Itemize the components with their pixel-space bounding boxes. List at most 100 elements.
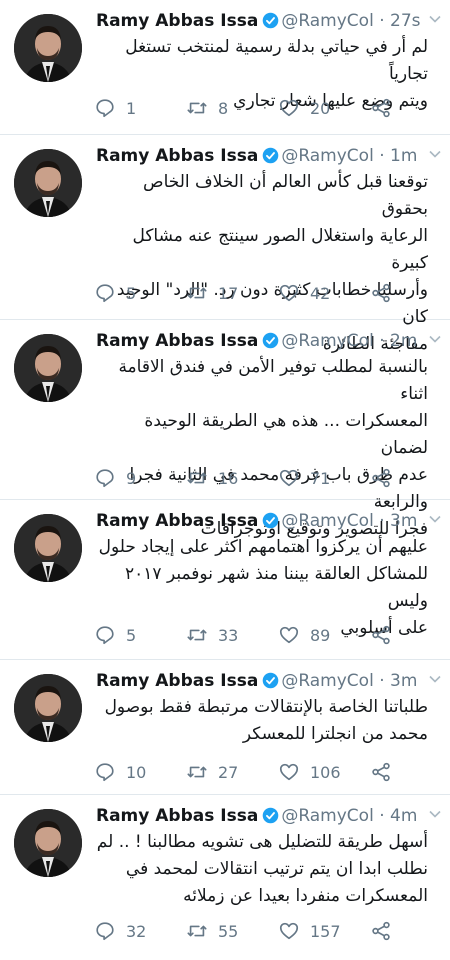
tweet[interactable]: Ramy Abbas Issa @RamyCol · 27s لم أر في ح… xyxy=(0,0,450,135)
like-count: 89 xyxy=(310,625,331,645)
reply-button[interactable]: 10 xyxy=(94,760,146,784)
chevron-down-icon[interactable] xyxy=(428,512,442,526)
avatar[interactable] xyxy=(14,149,82,217)
author-name[interactable]: Ramy Abbas Issa xyxy=(96,146,258,166)
retweet-icon xyxy=(187,629,207,641)
separator-dot: · xyxy=(379,146,385,166)
retweet-icon xyxy=(187,925,207,937)
retweet-button[interactable]: 55 xyxy=(186,919,238,943)
like-count: 42 xyxy=(310,283,331,303)
share-icon xyxy=(372,625,390,645)
like-count: 157 xyxy=(310,921,341,941)
reply-icon xyxy=(96,284,114,303)
timestamp[interactable]: 3m xyxy=(390,511,417,531)
reply-button[interactable]: 9 xyxy=(94,466,136,490)
heart-icon xyxy=(279,284,299,302)
tweet[interactable]: Ramy Abbas Issa @RamyCol · 3m عليهم أن ير… xyxy=(0,500,450,660)
share-icon xyxy=(372,98,390,118)
verified-badge-icon xyxy=(263,807,279,824)
like-count: 106 xyxy=(310,762,341,782)
share-icon xyxy=(372,283,390,303)
author-handle[interactable]: @RamyCol xyxy=(281,671,373,691)
author-name[interactable]: Ramy Abbas Issa xyxy=(96,806,258,826)
like-button[interactable]: 20 xyxy=(278,96,330,120)
reply-button[interactable]: 5 xyxy=(94,281,136,305)
tweet[interactable]: Ramy Abbas Issa @RamyCol · 3m طلباتنا الخ… xyxy=(0,660,450,795)
heart-icon xyxy=(279,469,299,487)
heart-icon xyxy=(279,626,299,644)
avatar[interactable] xyxy=(14,14,82,82)
timestamp[interactable]: 2m xyxy=(390,331,417,351)
tweet-feed: Ramy Abbas Issa @RamyCol · 27s لم أر في ح… xyxy=(0,0,450,960)
reply-count: 32 xyxy=(126,921,147,941)
heart-icon xyxy=(279,922,299,940)
like-button[interactable]: 71 xyxy=(278,466,330,490)
share-button[interactable] xyxy=(370,919,402,943)
retweet-count: 33 xyxy=(218,625,239,645)
tweet[interactable]: Ramy Abbas Issa @RamyCol · 1m توقعنا قبل … xyxy=(0,135,450,354)
retweet-count: 17 xyxy=(218,283,239,303)
retweet-button[interactable]: 27 xyxy=(186,760,238,784)
tweet-header: Ramy Abbas Issa @RamyCol · 3m xyxy=(96,670,442,692)
reply-button[interactable]: 32 xyxy=(94,919,146,943)
verified-badge-icon xyxy=(263,332,279,349)
chevron-down-icon[interactable] xyxy=(428,12,442,26)
heart-icon xyxy=(279,763,299,781)
reply-button[interactable]: 1 xyxy=(94,96,136,120)
share-button[interactable] xyxy=(370,466,402,490)
author-name[interactable]: Ramy Abbas Issa xyxy=(96,511,258,531)
like-button[interactable]: 106 xyxy=(278,760,341,784)
avatar[interactable] xyxy=(14,674,82,742)
retweet-icon xyxy=(187,287,207,299)
share-button[interactable] xyxy=(370,760,402,784)
timestamp[interactable]: 4m xyxy=(390,806,417,826)
reply-count: 1 xyxy=(126,98,137,118)
retweet-button[interactable]: 8 xyxy=(186,96,228,120)
reply-count: 10 xyxy=(126,762,147,782)
reply-count: 5 xyxy=(126,283,137,303)
reply-button[interactable]: 5 xyxy=(94,623,136,647)
tweet-actions: 5 17 42 xyxy=(94,281,410,305)
like-button[interactable]: 42 xyxy=(278,281,330,305)
author-name[interactable]: Ramy Abbas Issa xyxy=(96,331,258,351)
avatar[interactable] xyxy=(14,334,82,402)
author-handle[interactable]: @RamyCol xyxy=(281,146,373,166)
retweet-count: 8 xyxy=(218,98,229,118)
author-name[interactable]: Ramy Abbas Issa xyxy=(96,11,258,31)
share-button[interactable] xyxy=(370,623,402,647)
avatar[interactable] xyxy=(14,809,82,877)
timestamp[interactable]: 3m xyxy=(390,671,417,691)
tweet-text: طلباتنا الخاصة بالإنتقالات مرتبطة فقط بو… xyxy=(104,697,428,744)
chevron-down-icon[interactable] xyxy=(428,672,442,686)
timestamp[interactable]: 27s xyxy=(390,11,421,31)
chevron-down-icon[interactable] xyxy=(428,147,442,161)
timestamp[interactable]: 1m xyxy=(390,146,417,166)
chevron-down-icon[interactable] xyxy=(428,807,442,821)
reply-icon xyxy=(96,763,114,782)
tweet[interactable]: Ramy Abbas Issa @RamyCol · 4m أسهل طريقة … xyxy=(0,795,450,960)
avatar[interactable] xyxy=(14,514,82,582)
verified-badge-icon xyxy=(263,512,279,529)
author-name[interactable]: Ramy Abbas Issa xyxy=(96,671,258,691)
retweet-count: 27 xyxy=(218,762,239,782)
chevron-down-icon[interactable] xyxy=(428,332,442,346)
share-button[interactable] xyxy=(370,96,402,120)
retweet-button[interactable]: 16 xyxy=(186,466,238,490)
separator-dot: · xyxy=(379,511,385,531)
author-handle[interactable]: @RamyCol xyxy=(281,11,373,31)
reply-icon xyxy=(96,469,114,488)
like-button[interactable]: 89 xyxy=(278,623,330,647)
retweet-count: 16 xyxy=(218,468,239,488)
author-handle[interactable]: @RamyCol xyxy=(281,511,373,531)
like-button[interactable]: 157 xyxy=(278,919,341,943)
retweet-button[interactable]: 17 xyxy=(186,281,238,305)
share-button[interactable] xyxy=(370,281,402,305)
author-handle[interactable]: @RamyCol xyxy=(281,331,373,351)
tweet[interactable]: Ramy Abbas Issa @RamyCol · 2m بالنسبة لمط… xyxy=(0,320,450,539)
tweet-actions: 5 33 89 xyxy=(94,623,410,647)
reply-icon xyxy=(96,922,114,941)
author-handle[interactable]: @RamyCol xyxy=(281,806,373,826)
heart-icon xyxy=(279,99,299,117)
retweet-button[interactable]: 33 xyxy=(186,623,238,647)
retweet-icon xyxy=(187,102,207,114)
